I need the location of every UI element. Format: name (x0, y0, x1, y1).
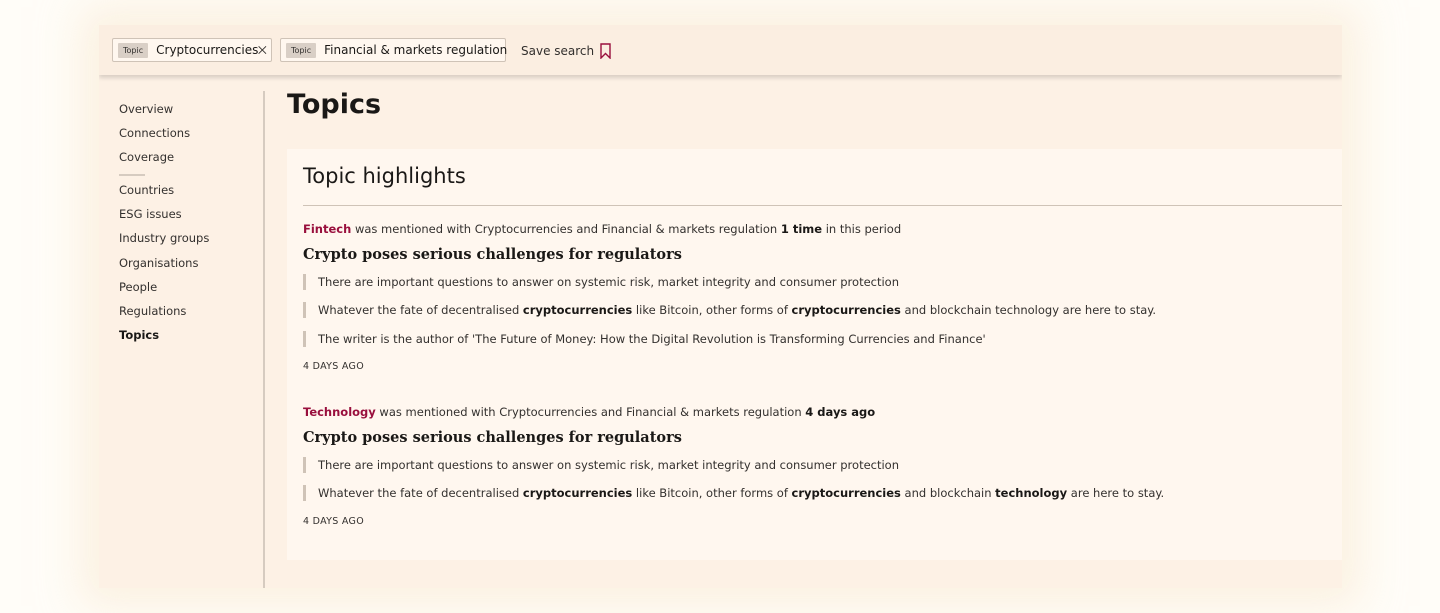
highlighted-term: technology (995, 486, 1068, 500)
mention-text: was mentioned with Cryptocurrencies and … (351, 222, 781, 236)
sidebar-item-organisations[interactable]: Organisations (119, 256, 198, 270)
snippet-text: Whatever the fate of decentralised (318, 303, 523, 317)
highlighted-term: cryptocurrencies (522, 303, 633, 317)
snippet-text: like Bitcoin, other forms of (632, 486, 792, 500)
snippet-0-0: There are important questions to answer … (303, 274, 899, 290)
snippet-0-2: The writer is the author of 'The Future … (303, 331, 986, 347)
mention-count: 4 days ago (805, 405, 876, 419)
snippet-text: Whatever the fate of decentralised (318, 486, 523, 500)
highlighted-term: cryptocurrencies (522, 486, 633, 500)
sidebar-item-connections[interactable]: Connections (119, 126, 190, 140)
snippet-1-1: Whatever the fate of decentralised crypt… (303, 485, 1164, 501)
sidebar-item-overview[interactable]: Overview (119, 102, 173, 116)
mention-text: was mentioned with Cryptocurrencies and … (375, 405, 806, 419)
timestamp: 4 DAYS AGO (303, 361, 364, 372)
sidebar-nav: Overview Connections Coverage Countries … (99, 91, 265, 588)
mention-suffix: in this period (822, 222, 902, 236)
highlight-header: Fintech was mentioned with Cryptocurrenc… (303, 222, 901, 236)
chip-tag: Topic (118, 42, 149, 58)
sidebar-item-esg-issues[interactable]: ESG issues (119, 207, 182, 221)
sidebar-item-regulations[interactable]: Regulations (119, 304, 186, 318)
snippet-text: and blockchain (900, 486, 996, 500)
snippet-text: The writer is the author of 'The Future … (318, 332, 986, 346)
sidebar-item-industry-groups[interactable]: Industry groups (119, 231, 209, 245)
topic-highlights-panel: Topic highlights Fintech was mentioned w… (287, 149, 1342, 560)
divider (303, 205, 1342, 206)
snippet-text: There are important questions to answer … (318, 458, 900, 472)
topic-link-fintech[interactable]: Fintech (303, 222, 351, 236)
article-headline-link[interactable]: Crypto poses serious challenges for regu… (303, 246, 682, 263)
sidebar-item-countries[interactable]: Countries (119, 183, 174, 197)
highlight-header: Technology was mentioned with Cryptocurr… (303, 405, 875, 419)
filter-chip-cryptocurrencies[interactable]: Topic Cryptocurrencies (112, 38, 272, 62)
snippet-0-1: Whatever the fate of decentralised crypt… (303, 302, 1156, 318)
filter-bar: Topic Cryptocurrencies Topic Financial &… (99, 25, 1342, 75)
sidebar-item-coverage[interactable]: Coverage (119, 150, 174, 164)
app-frame: Topic Cryptocurrencies Topic Financial &… (99, 25, 1342, 588)
sidebar-item-topics[interactable]: Topics (119, 328, 159, 342)
save-search-button[interactable]: Save search (521, 42, 611, 60)
save-search-label: Save search (521, 44, 595, 58)
highlighted-term: cryptocurrencies (791, 486, 901, 500)
close-icon[interactable] (258, 43, 267, 57)
chip-label: Cryptocurrencies (156, 43, 259, 57)
mention-count: 1 time (780, 222, 823, 236)
highlighted-term: cryptocurrencies (791, 303, 901, 317)
chip-label: Financial & markets regulation (324, 43, 508, 57)
snippet-text: are here to stay. (1067, 486, 1165, 500)
sidebar-divider (119, 174, 145, 176)
page-title: Topics (287, 89, 382, 120)
snippet-text: There are important questions to answer … (318, 275, 900, 289)
chip-tag: Topic (286, 42, 317, 58)
article-headline-link[interactable]: Crypto poses serious challenges for regu… (303, 429, 682, 446)
snippet-text: like Bitcoin, other forms of (632, 303, 792, 317)
filter-chip-financial-markets-regulation[interactable]: Topic Financial & markets regulation (280, 38, 508, 62)
timestamp: 4 DAYS AGO (303, 516, 364, 527)
snippet-text: and blockchain technology are here to st… (900, 303, 1157, 317)
panel-title: Topic highlights (303, 164, 466, 188)
topic-link-technology[interactable]: Technology (303, 405, 376, 419)
sidebar-item-people[interactable]: People (119, 280, 157, 294)
bookmark-icon (600, 43, 611, 59)
snippet-1-0: There are important questions to answer … (303, 457, 899, 473)
